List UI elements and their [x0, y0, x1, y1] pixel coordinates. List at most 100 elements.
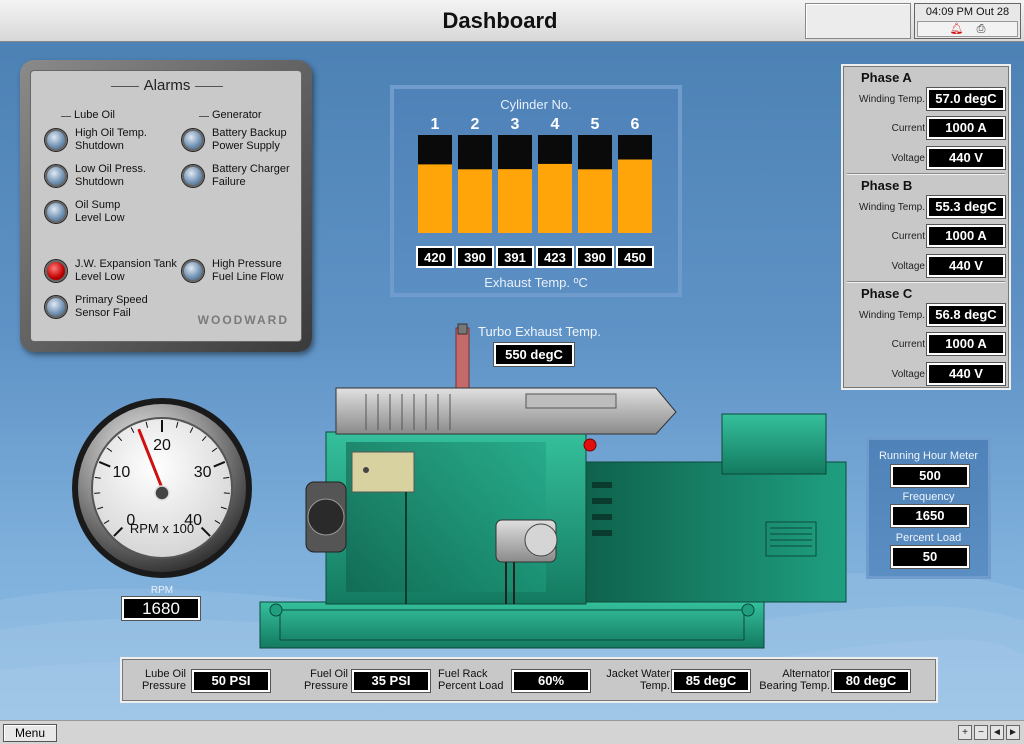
running-hours-panel: Running Hour Meter 500 Frequency 1650 Pe…: [866, 437, 991, 579]
cylinder-chart-footer: Exhaust Temp. ºC: [484, 275, 588, 290]
alarms-panel: Alarms Lube Oil Generator High Oil Temp.…: [20, 60, 312, 352]
cylinder-value-label: 420: [424, 250, 446, 265]
engine-readouts-panel: Lube Oil Pressure 50 PSI Fuel Oil Pressu…: [120, 657, 938, 703]
bell-icon[interactable]: 🔔︎: [950, 23, 964, 35]
rpm-label: RPM: [150, 585, 174, 596]
cylinder-bar: [618, 159, 652, 233]
alarm-indicator-icon: [182, 165, 204, 187]
alarm-indicator-icon: [45, 201, 67, 223]
alternator-bearing-temp-label: Alternator Bearing Temp.: [759, 668, 830, 692]
winding-temp-value: 55.3 degC: [927, 196, 1005, 218]
current-label: Current: [891, 123, 925, 134]
cylinder-number-label: 1: [431, 116, 440, 133]
group-label-lube-oil: Lube Oil: [74, 109, 115, 121]
alarm-low-oil-press[interactable]: Low Oil Press. Shutdown: [45, 163, 175, 193]
cylinder-chart: 1 420 2 390 3 391 4 423 5 390 6 450: [416, 116, 654, 268]
cylinder-bar: [538, 163, 572, 233]
group-rule: [199, 116, 209, 117]
voltage-value: 440 V: [927, 363, 1005, 385]
alarm-high-pressure-fuel[interactable]: High Pressure Fuel Line Flow: [182, 258, 312, 288]
header-blank-panel: [805, 3, 911, 39]
bottom-toolbar: Menu + − ◄ ►: [0, 720, 1024, 744]
gauge-tick-label: 20: [153, 437, 171, 454]
winding-temp-label: Winding Temp.: [859, 310, 925, 321]
gauge-caption: RPM x 100: [130, 521, 194, 536]
frequency-label: Frequency: [902, 491, 955, 503]
running-hour-value: 500: [891, 465, 969, 487]
alarm-battery-charger[interactable]: Battery Charger Failure: [182, 163, 312, 193]
current-label: Current: [891, 339, 925, 350]
alarm-indicator-active-icon: [45, 260, 67, 282]
alarm-label: J.W. Expansion Tank Level Low: [75, 258, 177, 283]
clock-panel: 04:09 PM Out 28 🔔︎ ⎙: [914, 3, 1021, 39]
alarm-indicator-icon: [45, 296, 67, 318]
cylinder-bar: [578, 169, 612, 233]
percent-load-label: Percent Load: [895, 532, 962, 544]
alarm-label: Battery Backup Power Supply: [212, 127, 287, 152]
fuel-oil-pressure-value: 35 PSI: [352, 670, 430, 692]
current-value: 1000 A: [927, 225, 1005, 247]
alarm-jw-expansion-tank[interactable]: J.W. Expansion Tank Level Low: [45, 258, 177, 288]
cylinder-number-label: 3: [511, 116, 520, 133]
jacket-water-temp-label: Jacket Water Temp.: [606, 668, 670, 692]
cylinder-value-label: 390: [464, 250, 486, 265]
generator-engine-illustration: [259, 323, 847, 649]
winding-temp-value: 57.0 degC: [927, 88, 1005, 110]
fuel-oil-pressure-label: Fuel Oil Pressure: [303, 668, 348, 692]
voltage-label: Voltage: [891, 153, 925, 164]
group-rule: [61, 116, 71, 117]
phase-title: Phase B: [861, 178, 913, 193]
zoom-out-button[interactable]: −: [974, 725, 988, 740]
alarm-indicator-icon: [182, 129, 204, 151]
alarm-label: High Pressure Fuel Line Flow: [212, 258, 284, 283]
fuel-rack-load-label: Fuel Rack Percent Load: [438, 668, 504, 692]
winding-temp-value: 56.8 degC: [927, 304, 1005, 326]
gauge-tick-label: 30: [194, 464, 212, 481]
alarm-label: Battery Charger Failure: [212, 163, 290, 188]
voltage-value: 440 V: [927, 255, 1005, 277]
next-screen-button[interactable]: ►: [1006, 725, 1020, 740]
previous-screen-button[interactable]: ◄: [990, 725, 1004, 740]
cylinder-bar: [498, 169, 532, 233]
phase-title: Phase C: [861, 286, 913, 301]
cylinder-number-label: 2: [471, 116, 480, 133]
voltage-label: Voltage: [891, 369, 925, 380]
header-icon-bar: 🔔︎ ⎙: [917, 21, 1018, 37]
gauge-hub: [154, 485, 170, 501]
alarms-title-text: Alarms: [138, 77, 196, 94]
group-label-generator: Generator: [212, 109, 262, 121]
alarm-indicator-icon: [45, 129, 67, 151]
cylinder-value-label: 390: [584, 250, 606, 265]
printer-icon[interactable]: ⎙: [977, 23, 986, 35]
alarm-primary-speed-sensor[interactable]: Primary Speed Sensor Fail: [45, 294, 175, 324]
winding-temp-label: Winding Temp.: [859, 94, 925, 105]
cylinder-value-label: 423: [544, 250, 566, 265]
alarm-label: High Oil Temp. Shutdown: [75, 127, 147, 152]
cylinder-number-label: 5: [591, 116, 600, 133]
gauge-tick-label: 10: [112, 464, 130, 481]
alarm-indicator-icon: [182, 260, 204, 282]
zoom-in-button[interactable]: +: [958, 725, 972, 740]
frequency-value: 1650: [891, 505, 969, 527]
phase-c: Phase C Winding Temp. 56.8 degC Current …: [843, 282, 1009, 388]
alarm-label: Oil Sump Level Low: [75, 199, 125, 224]
menu-button[interactable]: Menu: [3, 724, 57, 742]
cylinder-number-label: 4: [551, 116, 560, 133]
alarms-title: Alarms: [31, 77, 303, 94]
alarm-indicator-icon: [45, 165, 67, 187]
alarm-high-oil-temp[interactable]: High Oil Temp. Shutdown: [45, 127, 175, 157]
running-hour-label: Running Hour Meter: [878, 450, 979, 462]
current-label: Current: [891, 231, 925, 242]
current-value: 1000 A: [927, 333, 1005, 355]
cylinder-number-label: 6: [631, 116, 640, 133]
cylinder-bar: [418, 164, 452, 233]
alarm-oil-sump-level[interactable]: Oil Sump Level Low: [45, 199, 175, 229]
alarm-label: Primary Speed Sensor Fail: [75, 294, 148, 319]
cylinder-exhaust-panel: Cylinder No. 1 420 2 390 3 391 4 423 5 390 6 450 Ex…: [390, 85, 682, 297]
lube-oil-pressure-label: Lube Oil Pressure: [141, 668, 186, 692]
jacket-water-temp-value: 85 degC: [672, 670, 750, 692]
lube-oil-pressure-value: 50 PSI: [192, 670, 270, 692]
alarm-battery-backup[interactable]: Battery Backup Power Supply: [182, 127, 312, 157]
title-bar: Dashboard 04:09 PM Out 28 🔔︎ ⎙: [0, 0, 1024, 42]
phases-panel: Phase A Winding Temp. 57.0 degC Current …: [841, 64, 1011, 390]
